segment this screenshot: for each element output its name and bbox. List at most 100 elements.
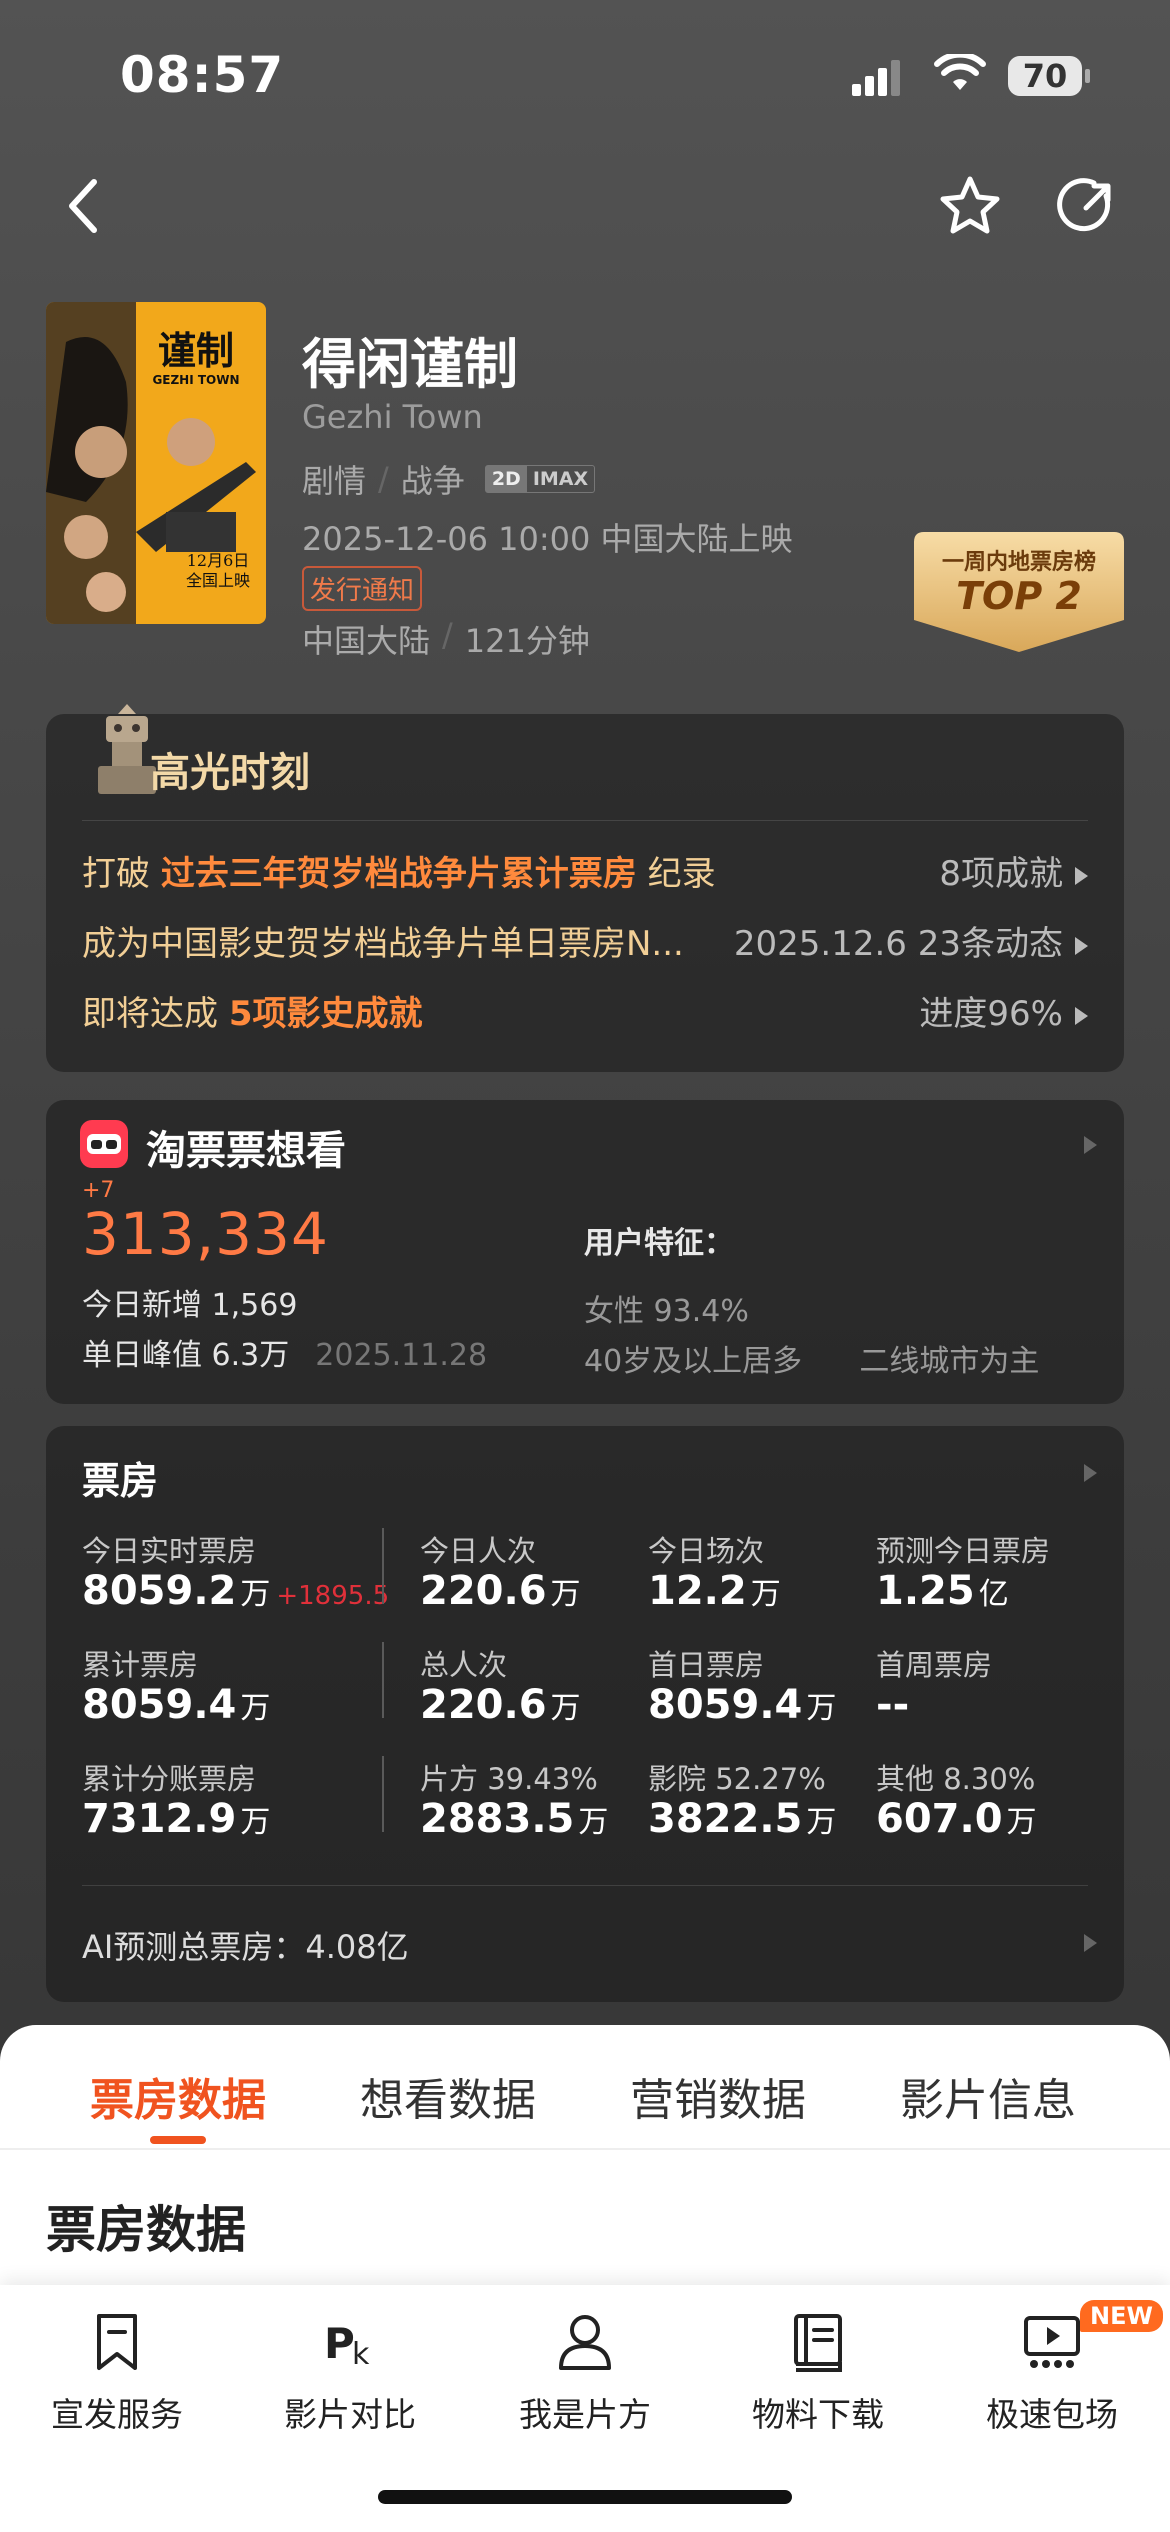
share-icon: [1057, 178, 1111, 232]
metric-label: 总人次: [420, 1648, 508, 1682]
user-icon: [553, 2310, 617, 2374]
favorite-button[interactable]: [934, 170, 1006, 242]
tab-movie-info[interactable]: 影片信息: [900, 2064, 1076, 2128]
release-notice-tag[interactable]: 发行通知: [302, 566, 423, 611]
metric-value: 607.0 万: [876, 1796, 1037, 1842]
taopiaopiao-logo-icon: [80, 1120, 128, 1168]
tab-boxoffice-data[interactable]: 票房数据: [90, 2064, 266, 2128]
tab-marketing-data[interactable]: 营销数据: [630, 2064, 806, 2128]
wants-total: 313,334: [82, 1200, 329, 1268]
metric-label: 累计分账票房: [82, 1762, 257, 1796]
book-icon: [786, 2310, 850, 2374]
pk-icon: Pk: [318, 2310, 382, 2374]
metric-label: 首日票房: [648, 1648, 765, 1682]
wants-arrow-icon[interactable]: [1072, 1134, 1097, 1154]
bookmark-icon: [85, 2310, 149, 2374]
wants-today: 今日新增 1,569: [82, 1288, 298, 1323]
metric-value: 2883.5 万: [420, 1796, 609, 1842]
metric-value: 8059.4 万: [648, 1682, 837, 1728]
metric-separator: [382, 1756, 384, 1832]
highlight-row-2[interactable]: 成为中国影史贺岁档战争片单日票房N... 2025.12.6 23条动态: [82, 916, 1088, 965]
chevron-left-icon: [69, 179, 97, 233]
rank-badge-rank: TOP 2: [956, 574, 1082, 618]
wifi-icon: [934, 51, 986, 98]
metric-value: 8059.2 万 +1895.5: [82, 1568, 390, 1614]
poster-title: 谨制: [158, 329, 234, 373]
user-features-title: 用户特征：: [584, 1226, 734, 1261]
svg-text:k: k: [352, 2337, 370, 2372]
triangle-right-icon: [1075, 1006, 1088, 1025]
metric-label: 预测今日票房: [876, 1534, 1051, 1568]
new-badge: NEW: [1080, 2300, 1163, 2332]
ai-forecast[interactable]: AI预测总票房：4.08亿: [82, 1922, 409, 1968]
signal-icon: [852, 60, 914, 102]
metric-value: 1.25 亿: [876, 1568, 1009, 1614]
svg-text:P: P: [324, 2319, 355, 2368]
status-time: 08:57: [120, 46, 285, 104]
metric-value: 3822.5 万: [648, 1796, 837, 1842]
poster-en: GEZHI TOWN: [152, 373, 239, 387]
share-button[interactable]: [1052, 170, 1124, 242]
metric-label: 其他 8.30%: [876, 1762, 1036, 1796]
ai-arrow-icon[interactable]: [1072, 1932, 1097, 1952]
metric-separator: [382, 1528, 384, 1604]
region-duration: 中国大陆/121分钟: [302, 616, 590, 660]
wants-title: 淘票票想看: [146, 1128, 346, 1174]
highlight-row-1[interactable]: 打破 过去三年贺岁档战争片累计票房 纪录 8项成就: [82, 846, 1088, 895]
triangle-right-icon: [1075, 866, 1088, 885]
back-button[interactable]: [46, 170, 118, 242]
metric-value: 220.6 万: [420, 1568, 581, 1614]
poster-date2: 全国上映: [186, 571, 250, 590]
boxoffice-title: 票房: [82, 1459, 159, 1503]
wants-peak: 单日峰值 6.3万 2025.11.28: [82, 1338, 488, 1373]
movie-poster[interactable]: 谨制 GEZHI TOWN 12月6日 全国上映: [46, 302, 266, 624]
metric-label: 片方 39.43%: [420, 1762, 598, 1796]
metric-value: 12.2 万: [648, 1568, 781, 1614]
home-indicator[interactable]: [378, 2490, 792, 2504]
highlights-title: 高光时刻: [150, 750, 310, 796]
format-badge: 2D IMAX: [484, 465, 596, 493]
movie-en-title: Gezhi Town: [302, 398, 483, 436]
duration: 121分钟: [464, 622, 590, 660]
movie-genres: 剧情 / 战争 2D IMAX: [302, 456, 596, 502]
tool-material-download[interactable]: 物料下载: [718, 2310, 918, 2436]
play-screen-icon: [1020, 2310, 1084, 2374]
boxoffice-arrow-icon[interactable]: [1072, 1462, 1097, 1482]
highlights-divider: [82, 820, 1088, 821]
tabs-divider: [0, 2148, 1170, 2150]
movie-title: 得闲谨制: [302, 333, 518, 396]
section-title: 票房数据: [46, 2201, 246, 2259]
user-female: 女性 93.4%: [584, 1294, 749, 1329]
genre-separator: /: [378, 460, 389, 498]
format-imax: IMAX: [532, 468, 589, 490]
boxoffice-divider: [82, 1885, 1088, 1886]
triangle-right-icon: [1075, 936, 1088, 955]
active-tab-indicator: [150, 2136, 206, 2144]
genre-1: 剧情: [302, 462, 367, 500]
tool-promotion-service[interactable]: 宣发服务: [17, 2310, 217, 2436]
metric-separator: [382, 1642, 384, 1718]
format-2d: 2D: [485, 466, 527, 492]
user-traits: 40岁及以上居多 二线城市为主: [584, 1344, 1040, 1379]
metric-value: 220.6 万: [420, 1682, 581, 1728]
region: 中国大陆: [302, 622, 431, 660]
tool-movie-compare[interactable]: Pk 影片对比: [250, 2310, 450, 2436]
tool-i-am-producer[interactable]: 我是片方: [485, 2310, 685, 2436]
star-icon: [940, 176, 1000, 234]
release-info: 2025-12-06 10:00 中国大陆上映: [302, 520, 793, 558]
metric-label: 今日场次: [648, 1534, 765, 1568]
metric-value: --: [876, 1682, 910, 1728]
poster-date: 12月6日: [187, 551, 250, 570]
metric-label: 今日实时票房: [82, 1534, 257, 1568]
metric-label: 今日人次: [420, 1534, 537, 1568]
genre-2: 战争: [400, 462, 465, 500]
metric-label: 累计票房: [82, 1648, 199, 1682]
metric-label: 影院 52.27%: [648, 1762, 826, 1796]
metric-value: 8059.4 万: [82, 1682, 271, 1728]
metric-value: 7312.9 万: [82, 1796, 271, 1842]
highlight-row-3[interactable]: 即将达成 5项影史成就 进度96%: [82, 986, 1088, 1035]
rank-badge[interactable]: 一周内地票房榜 TOP 2: [914, 532, 1124, 652]
rank-badge-label: 一周内地票房榜: [941, 550, 1096, 575]
tab-wants-data[interactable]: 想看数据: [360, 2064, 536, 2128]
metric-label: 首周票房: [876, 1648, 993, 1682]
